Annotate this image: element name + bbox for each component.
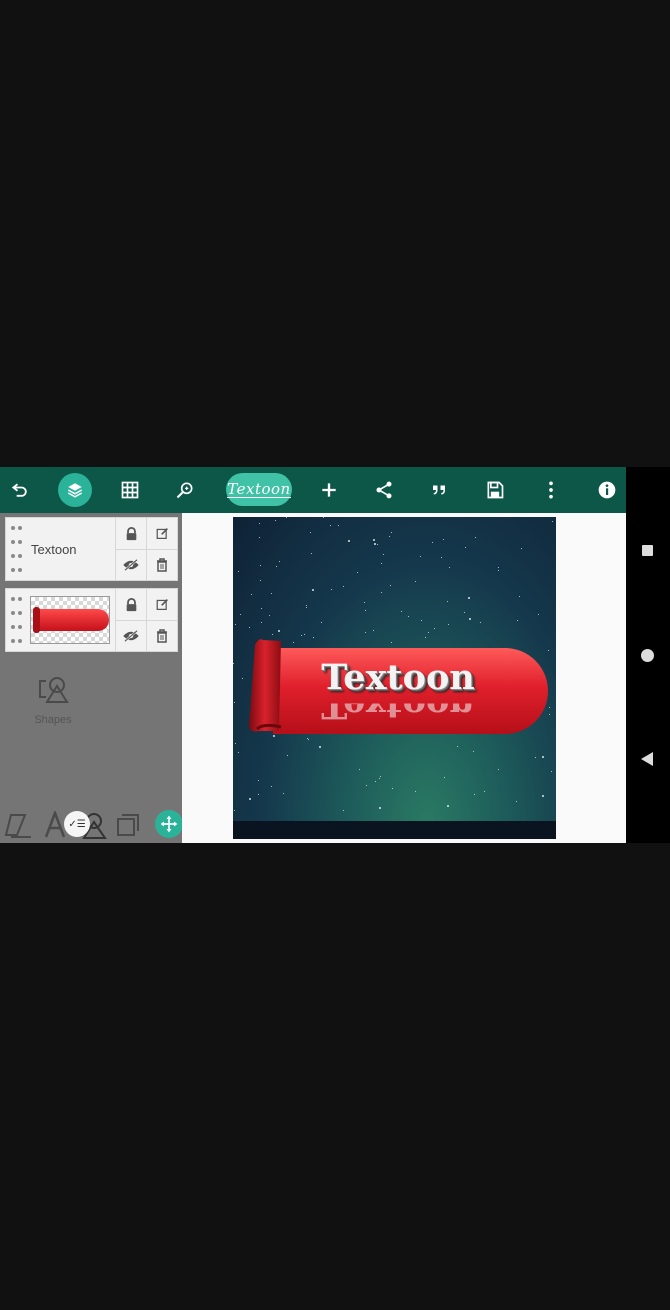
shapes-icon (39, 677, 69, 703)
layer-item-image[interactable] (5, 588, 178, 652)
layer-name: Textoon (31, 542, 77, 557)
brush-icon[interactable] (3, 811, 33, 839)
zoom-icon[interactable] (165, 467, 205, 513)
visibility-off-icon[interactable] (115, 549, 146, 580)
text-tool-icon[interactable] (44, 811, 66, 839)
info-icon[interactable] (587, 467, 626, 513)
drag-handle-icon[interactable] (9, 595, 25, 645)
shapes-tool[interactable]: Shapes (22, 675, 84, 726)
visibility-off-icon[interactable] (115, 620, 146, 651)
edit-icon[interactable] (146, 589, 177, 620)
save-icon[interactable] (475, 467, 515, 513)
move-icon[interactable] (155, 810, 183, 838)
add-icon[interactable] (309, 467, 349, 513)
edit-icon[interactable] (146, 518, 177, 549)
layers-tab-icon[interactable] (116, 811, 140, 839)
layer-thumbnail (30, 596, 110, 644)
share-icon[interactable] (364, 467, 404, 513)
checklist-icon[interactable]: ✓☰ (64, 811, 90, 837)
shapes-label: Shapes (34, 714, 72, 726)
undo-icon[interactable] (0, 467, 40, 513)
home-icon[interactable] (641, 649, 654, 662)
editor-app: Textoon Textoon Shapes ✓☰ Textoon Textoo… (0, 467, 626, 843)
layer-item-text[interactable]: Textoon (5, 517, 178, 581)
top-toolbar: Textoon (0, 467, 626, 513)
delete-icon[interactable] (146, 549, 177, 580)
lock-icon[interactable] (115, 589, 146, 620)
recents-icon[interactable] (642, 545, 653, 556)
grid-icon[interactable] (110, 467, 150, 513)
layers-panel: Textoon Shapes ✓☰ (0, 513, 183, 843)
lock-icon[interactable] (115, 518, 146, 549)
design-artboard[interactable]: Textoon Textoon (233, 517, 556, 839)
layers-icon (58, 473, 92, 507)
more-icon[interactable] (531, 467, 571, 513)
delete-icon[interactable] (146, 620, 177, 651)
app-logo[interactable]: Textoon (226, 473, 292, 506)
system-navigation-bar (626, 467, 670, 843)
banner-text[interactable]: Textoon (308, 657, 488, 698)
drag-handle-icon[interactable] (9, 524, 25, 574)
back-icon[interactable] (641, 752, 654, 766)
canvas-area: Textoon Textoon (182, 513, 626, 843)
layers-button[interactable] (55, 467, 95, 513)
quote-icon[interactable] (419, 467, 459, 513)
